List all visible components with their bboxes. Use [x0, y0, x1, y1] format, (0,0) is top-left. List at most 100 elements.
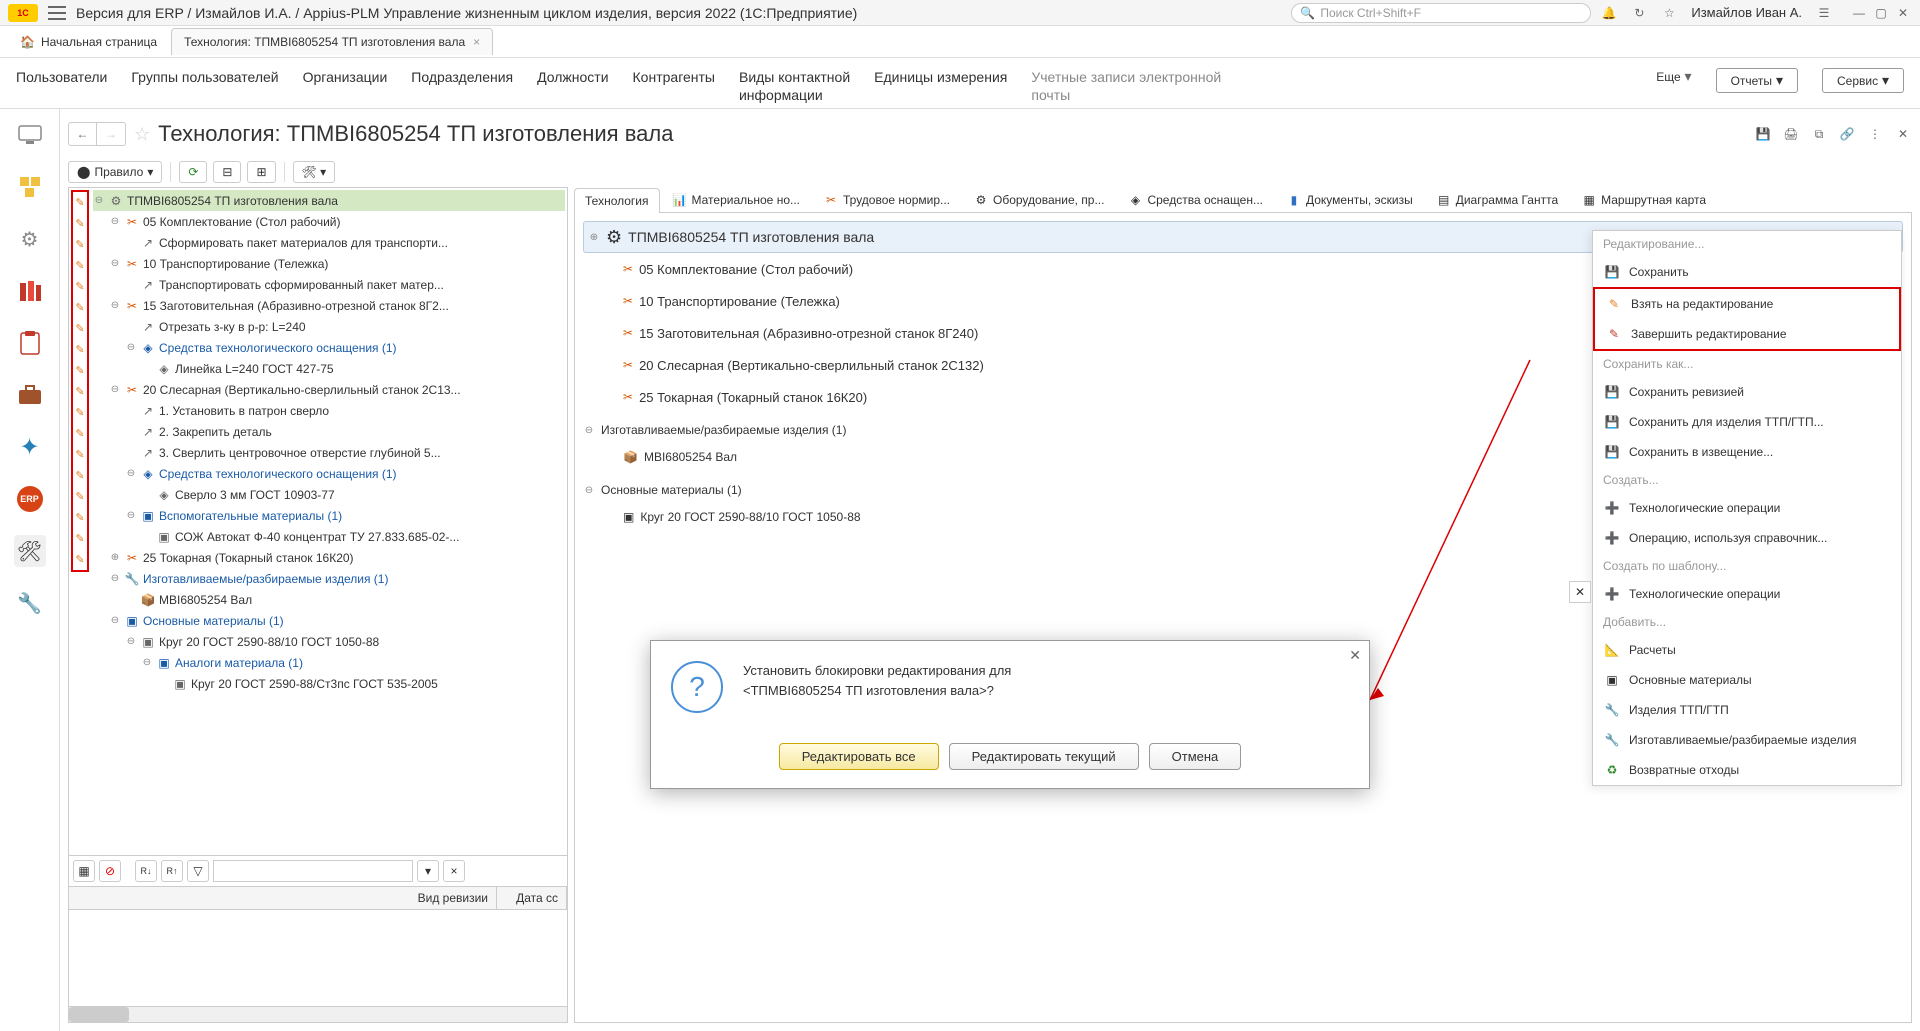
minimize-icon[interactable]: — [1850, 5, 1868, 21]
filter-btn-3[interactable]: R↓ [135, 860, 157, 882]
tree-row[interactable]: ⊖✂10 Транспортирование (Тележка) [93, 253, 565, 274]
section-groups[interactable]: Группы пользователей [131, 68, 278, 86]
reports-button[interactable]: Отчеты ▾ [1716, 68, 1798, 93]
tree-toggle-icon[interactable]: ⊖ [109, 258, 121, 269]
tab-close-icon[interactable]: × [473, 35, 480, 49]
section-contact-info[interactable]: Виды контактной информации [739, 68, 850, 104]
sp-save-ttp[interactable]: 💾Сохранить для изделия ТТП/ГТП... [1593, 407, 1901, 437]
link-icon[interactable]: 🔗 [1838, 125, 1856, 143]
rev-col-date[interactable]: Дата сс [497, 887, 567, 909]
section-units[interactable]: Единицы измерения [874, 68, 1007, 86]
sp-create-techop[interactable]: ➕Технологические операции [1593, 493, 1901, 523]
sp-add-materials[interactable]: ▣Основные материалы [1593, 665, 1901, 695]
global-search[interactable]: 🔍 Поиск Ctrl+Shift+F [1291, 3, 1591, 23]
tree-toggle-icon[interactable]: ⊖ [125, 342, 137, 353]
tree-row[interactable]: ↗2. Закрепить деталь [93, 421, 565, 442]
star-icon[interactable]: ☆ [1661, 5, 1677, 21]
collapse-button[interactable]: ⊟ [213, 161, 241, 183]
sp-add-ttpgtp[interactable]: 🔧Изделия ТТП/ГТП [1593, 695, 1901, 725]
dtab-equipment[interactable]: ⚙Оборудование, пр... [963, 187, 1115, 212]
more-icon[interactable]: ⋮ [1866, 125, 1884, 143]
dtab-material[interactable]: 📊Материальное но... [662, 187, 812, 212]
tree-toggle-icon[interactable]: ⊖ [125, 468, 137, 479]
tab-technology[interactable]: Технология: ТПМВI6805254 ТП изготовления… [171, 28, 493, 55]
dtab-gantt[interactable]: ▤Диаграмма Гантта [1426, 187, 1569, 212]
section-email[interactable]: Учетные записи электронной почты [1031, 68, 1221, 104]
tree-row[interactable]: 📦МВI6805254 Вал [93, 589, 565, 610]
vt-blocks[interactable] [14, 171, 46, 203]
filter-btn-clear[interactable]: ⊘ [99, 860, 121, 882]
tree-row[interactable]: ⊕✂25 Токарная (Токарный станок 16К20) [93, 547, 565, 568]
tree-row[interactable]: ▣СОЖ Автокат Ф-40 концентрат ТУ 27.833.6… [93, 526, 565, 547]
close-page-icon[interactable]: ✕ [1894, 125, 1912, 143]
user-menu-icon[interactable]: ☰ [1816, 5, 1832, 21]
tree-row[interactable]: ◈Сверло 3 мм ГОСТ 10903-77 [93, 484, 565, 505]
sp-add-calc[interactable]: 📐Расчеты [1593, 635, 1901, 665]
tree-toggle-icon[interactable]: ⊖ [109, 384, 121, 395]
filter-btn-1[interactable]: ▦ [73, 860, 95, 882]
filter-input[interactable] [213, 860, 413, 882]
dtab-labor[interactable]: ✂Трудовое нормир... [813, 187, 961, 212]
tree-row[interactable]: ⊖◈Средства технологического оснащения (1… [93, 463, 565, 484]
vt-briefcase[interactable] [14, 379, 46, 411]
user-name[interactable]: Измайлов Иван А. [1691, 5, 1802, 20]
tree-row[interactable]: ⊖▣Аналоги материала (1) [93, 652, 565, 673]
sp-save[interactable]: 💾Сохранить [1593, 257, 1901, 287]
tree-toggle-icon[interactable]: ⊖ [93, 195, 105, 206]
print-icon[interactable]: 🖨 [1782, 125, 1800, 143]
tree-toggle-icon[interactable]: ⊖ [109, 573, 121, 584]
tree-row[interactable]: ↗Отрезать з-ку в р-р: L=240 [93, 316, 565, 337]
side-panel-close[interactable]: ✕ [1569, 581, 1591, 603]
section-orgs[interactable]: Организации [303, 68, 388, 86]
dtab-route[interactable]: ▦Маршрутная карта [1571, 187, 1717, 212]
vt-clipboard[interactable] [14, 327, 46, 359]
tree-hscroll[interactable] [69, 1006, 567, 1022]
section-users[interactable]: Пользователи [16, 68, 107, 86]
section-positions[interactable]: Должности [537, 68, 608, 86]
vt-books[interactable] [14, 275, 46, 307]
sp-save-notice[interactable]: 💾Сохранить в извещение... [1593, 437, 1901, 467]
sp-save-revision[interactable]: 💾Сохранить ревизией [1593, 377, 1901, 407]
vt-erp[interactable]: ERP [14, 483, 46, 515]
tree-toggle-icon[interactable]: ⊖ [109, 615, 121, 626]
btn-edit-all[interactable]: Редактировать все [779, 743, 939, 770]
rev-col-type[interactable]: Вид ревизии [69, 887, 497, 909]
sp-finish-edit[interactable]: ✎Завершить редактирование [1595, 319, 1899, 349]
sp-tmpl-techop[interactable]: ➕Технологические операции [1593, 579, 1901, 609]
section-contractors[interactable]: Контрагенты [633, 68, 715, 86]
filter-filter-icon[interactable]: ▽ [187, 860, 209, 882]
save-icon[interactable]: 💾 [1754, 125, 1772, 143]
nav-forward[interactable]: → [97, 123, 125, 145]
sp-take-edit[interactable]: ✎Взять на редактирование [1595, 289, 1899, 319]
sp-create-opref[interactable]: ➕Операцию, используя справочник... [1593, 523, 1901, 553]
tree-row[interactable]: ⊖✂15 Заготовительная (Абразивно-отрезной… [93, 295, 565, 316]
tree-row[interactable]: ⊖▣Вспомогательные материалы (1) [93, 505, 565, 526]
vt-tools[interactable]: 🛠 [14, 535, 46, 567]
vt-gears[interactable]: ⚙ [14, 223, 46, 255]
tree-row[interactable]: ↗Транспортировать сформированный пакет м… [93, 274, 565, 295]
tree-toggle-icon[interactable]: ⊖ [125, 636, 137, 647]
tree-row[interactable]: ⊖▣Основные материалы (1) [93, 610, 565, 631]
tree-row[interactable]: ⊖🔧Изготавливаемые/разбираемые изделия (1… [93, 568, 565, 589]
tools-button[interactable]: 🛠 ▾ [293, 161, 336, 183]
btn-edit-current[interactable]: Редактировать текущий [949, 743, 1139, 770]
tree-row[interactable]: ↗3. Сверлить центровочное отверстие глуб… [93, 442, 565, 463]
section-depts[interactable]: Подразделения [411, 68, 513, 86]
tree-toggle-icon[interactable]: ⊖ [109, 300, 121, 311]
tree-toggle-icon[interactable]: ⊖ [109, 216, 121, 227]
expand-icon[interactable]: ⊕ [588, 232, 600, 243]
vt-monitor[interactable] [14, 119, 46, 151]
filter-btn-4[interactable]: R↑ [161, 860, 183, 882]
tab-home[interactable]: 🏠 Начальная страница [8, 29, 169, 55]
tree-row[interactable]: ⊖✂20 Слесарная (Вертикально-сверлильный … [93, 379, 565, 400]
tree-row[interactable]: ↗Сформировать пакет материалов для транс… [93, 232, 565, 253]
vt-puzzle[interactable]: ✦ [14, 431, 46, 463]
dtab-docs[interactable]: ▮Документы, эскизы [1276, 187, 1424, 212]
rule-button[interactable]: ⬤ Правило ▾ [68, 161, 162, 183]
dtab-tooling[interactable]: ◈Средства оснащен... [1117, 187, 1274, 212]
revision-grid[interactable]: Вид ревизии Дата сс [69, 886, 567, 1006]
tree-toggle-icon[interactable]: ⊖ [141, 657, 153, 668]
dtab-technology[interactable]: Технология [574, 188, 660, 213]
tree-row[interactable]: ⊖▣Круг 20 ГОСТ 2590-88/10 ГОСТ 1050-88 [93, 631, 565, 652]
tree-row[interactable]: ⊖✂05 Комплектование (Стол рабочий) [93, 211, 565, 232]
